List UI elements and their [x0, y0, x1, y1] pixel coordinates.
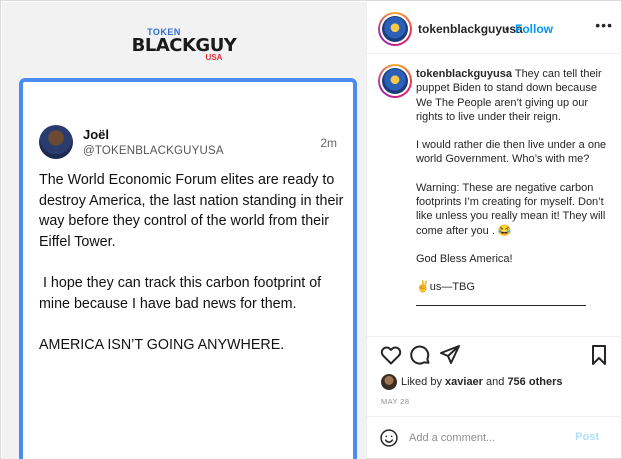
caption-section: tokenblackguyusa They can tell their pup… [367, 55, 622, 335]
tweet-author-handle: @TOKENBLACKGUYUSA [83, 145, 224, 157]
tweet-avatar [39, 125, 73, 159]
likes-count[interactable]: 756 others [507, 376, 562, 388]
tweet-paragraph: The World Economic Forum elites are read… [39, 172, 348, 250]
comment-icon[interactable] [408, 343, 432, 367]
post-date[interactable]: MAY 28 [381, 397, 409, 406]
brand-logo-main: BLACKGUY [131, 35, 237, 56]
caption-avatar[interactable] [378, 64, 412, 98]
instagram-post-window: TOKEN BLACKGUY USA Joël @TOKENBLACKGUYUS… [0, 0, 622, 459]
tweet-card: Joël @TOKENBLACKGUYUSA 2m The World Econ… [19, 78, 357, 459]
comment-input[interactable] [409, 428, 569, 448]
bookmark-icon[interactable] [587, 343, 611, 367]
action-bar: Liked by xaviaer and 756 others MAY 28 [367, 336, 622, 426]
header-separator: • [505, 22, 510, 36]
caption-paragraph: ✌us—TBG [416, 281, 475, 294]
emoji-icon[interactable] [379, 428, 399, 448]
brand-logo: TOKEN BLACKGUY USA [2, 28, 366, 62]
follow-button[interactable]: Follow [515, 22, 553, 36]
post-header: tokenblackguyusa • Follow ••• [367, 2, 622, 54]
tweet-timestamp: 2m [320, 136, 337, 150]
tweet-body: The World Economic Forum elites are read… [39, 170, 344, 377]
caption-paragraph: Warning: These are negative carbon footp… [416, 181, 609, 237]
liker-username[interactable]: xaviaer [445, 376, 483, 388]
comment-bar: Post [367, 416, 622, 459]
caption-username[interactable]: tokenblackguyusa [416, 68, 512, 80]
caption-paragraph: I would rather die then live under a one… [416, 139, 610, 166]
share-icon[interactable] [438, 343, 462, 367]
likes-text: Liked by xaviaer and 756 others [401, 376, 562, 388]
tweet-header: Joël @TOKENBLACKGUYUSA 2m [39, 125, 341, 165]
heart-icon[interactable] [379, 343, 403, 367]
liker-avatar[interactable] [381, 374, 397, 390]
author-avatar[interactable] [378, 12, 412, 46]
post-comment-button[interactable]: Post [575, 431, 599, 443]
caption-text: tokenblackguyusa They can tell their pup… [416, 67, 616, 306]
likes-middle: and [482, 376, 508, 388]
brand-logo-sub: USA [205, 53, 223, 62]
tweet-paragraph: AMERICA ISN’T GOING ANYWHERE. [39, 337, 285, 353]
post-image[interactable]: TOKEN BLACKGUY USA Joël @TOKENBLACKGUYUS… [2, 2, 366, 459]
caption-paragraph: God Bless America! [416, 252, 513, 265]
tweet-paragraph: I hope they can track this carbon footpr… [39, 275, 326, 312]
post-sidebar: tokenblackguyusa • Follow ••• tokenblack… [366, 2, 622, 459]
likes-prefix: Liked by [401, 376, 446, 388]
tweet-author-name: Joël [83, 127, 110, 142]
caption-divider [416, 304, 586, 306]
more-icon[interactable]: ••• [595, 17, 613, 33]
